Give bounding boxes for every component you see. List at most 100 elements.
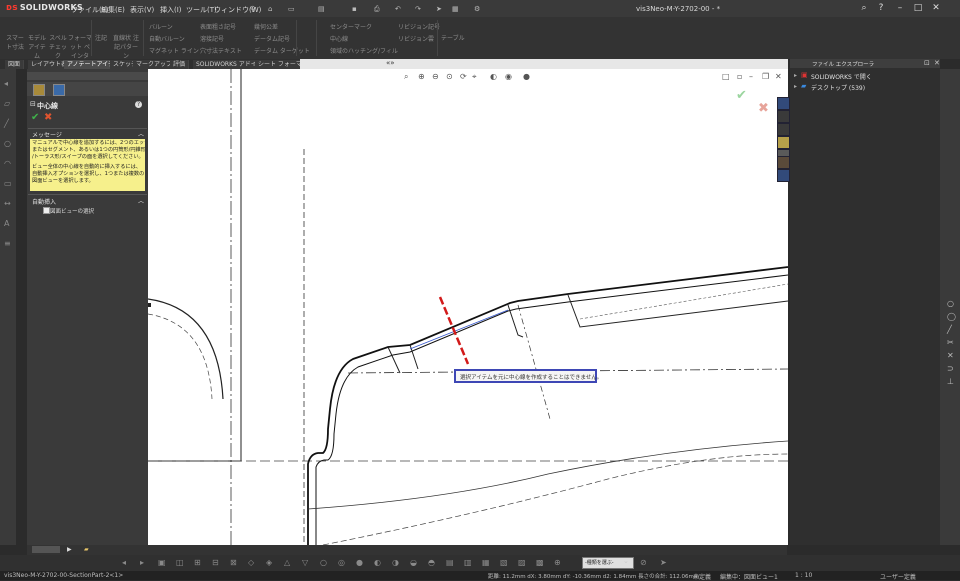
pin-icon[interactable]: ⊡	[924, 59, 930, 67]
resources-icon[interactable]	[777, 110, 790, 123]
select-icon[interactable]: ➤	[436, 5, 442, 13]
toolbar-icon[interactable]: ▧	[500, 559, 508, 567]
cmd-weld-symbol[interactable]: 溶接記号	[200, 34, 224, 43]
open-icon[interactable]: ▤	[318, 5, 325, 13]
toolbar-icon[interactable]: ▦	[482, 559, 490, 567]
tab-drawing[interactable]: 図面	[5, 60, 25, 69]
cmd-datum-target[interactable]: データム ターゲット	[254, 46, 310, 55]
section-view-icon[interactable]: ⌖	[472, 72, 481, 81]
sketch-tool-icon[interactable]: ▱	[4, 100, 12, 108]
close-button[interactable]: ✕	[930, 3, 942, 14]
toolbar-icon[interactable]: ◂	[122, 559, 130, 567]
line-tool-icon[interactable]: ╱	[4, 120, 12, 128]
cmd-model-items[interactable]: モデル アイテム	[27, 33, 47, 60]
toolbar-icon[interactable]: ◓	[428, 559, 436, 567]
toolbar-icon[interactable]: ○	[320, 559, 328, 567]
pin-icon[interactable]: ⚲	[250, 5, 255, 13]
close-view-icon[interactable]: ✕	[775, 72, 784, 81]
toolbar-icon[interactable]: ◎	[338, 559, 346, 567]
library-icon[interactable]	[777, 123, 790, 136]
configuration-tab-icon[interactable]	[53, 84, 65, 96]
property-manager-tab-icon[interactable]	[33, 84, 45, 96]
appearances-icon[interactable]	[777, 156, 790, 169]
toolbar-icon[interactable]: ◑	[392, 559, 400, 567]
toolbar-icon[interactable]: ●	[356, 559, 364, 567]
tab-evaluate[interactable]: 評価	[170, 60, 190, 69]
file-explorer-icon[interactable]	[777, 136, 790, 149]
horizontal-scrollbar[interactable]: «»	[300, 59, 788, 69]
previous-view-icon[interactable]: ⊖	[432, 72, 441, 81]
cmd-auto-balloon[interactable]: 自動バルーン	[149, 34, 185, 43]
toolbar-icon[interactable]: ◇	[248, 559, 256, 567]
ok-check-icon[interactable]: ✔	[31, 112, 39, 123]
auto-insert-checkbox[interactable]	[43, 207, 50, 214]
search-icon[interactable]: ⌕	[858, 3, 870, 14]
toolbar-icon[interactable]: ◫	[176, 559, 184, 567]
rebuild-icon[interactable]: ▦	[452, 5, 459, 13]
toolbar-icon[interactable]: ▸	[140, 559, 148, 567]
cmd-magnetic-line[interactable]: マグネット ライン	[149, 46, 199, 55]
toolbar-icon[interactable]: ▤	[446, 559, 454, 567]
undo-icon[interactable]: ↶	[395, 5, 401, 13]
cmd-balloon[interactable]: バルーン	[149, 22, 173, 31]
toolbar-icon[interactable]: ⊘	[640, 559, 648, 567]
collapse-icon[interactable]: ︿	[138, 196, 144, 205]
cmd-spell-check[interactable]: スペル チェック	[49, 33, 67, 60]
toolbar-icon[interactable]: ⊠	[230, 559, 238, 567]
graphics-area[interactable]: ✔ ✖	[148, 69, 788, 545]
trim-tool-icon[interactable]: ✂	[947, 339, 955, 347]
sheet-nav[interactable]	[32, 546, 60, 553]
cancel-x-icon[interactable]: ✖	[44, 112, 52, 123]
ellipse-tool-icon[interactable]: ◯	[947, 313, 956, 321]
hide-show-icon[interactable]: ◉	[505, 72, 514, 81]
menu-view[interactable]: 表示(V)	[130, 5, 154, 15]
status-scale[interactable]: 1 : 10	[795, 572, 812, 579]
tree-item-desktop[interactable]: デスクトップ (539)	[811, 83, 865, 92]
line-tool-icon[interactable]: ╱	[947, 326, 955, 334]
chevron-down-icon[interactable]: ⌄	[623, 557, 629, 565]
mirror-tool-icon[interactable]: ⊥	[947, 378, 955, 386]
close-pane-icon[interactable]: ✕	[934, 59, 940, 67]
circle-tool-icon[interactable]: ○	[947, 300, 955, 308]
extend-tool-icon[interactable]: ✕	[947, 352, 955, 360]
menu-edit[interactable]: 編集(E)	[101, 5, 125, 15]
display-style-icon[interactable]: ◐	[490, 72, 499, 81]
circle-tool-icon[interactable]: ○	[4, 140, 12, 148]
cmd-revision-cloud[interactable]: リビジョン雲	[398, 34, 434, 43]
cmd-hole-callout[interactable]: 穴寸法テキスト	[200, 46, 242, 55]
arc-tool-icon[interactable]: ◠	[4, 160, 12, 168]
print-icon[interactable]: ⎙	[374, 5, 380, 14]
toolbar-icon[interactable]: △	[284, 559, 292, 567]
zoom-area-icon[interactable]: ⊕	[418, 72, 427, 81]
toolbar-icon[interactable]: ◈	[266, 559, 274, 567]
help-icon[interactable]: ?	[135, 101, 142, 108]
rect-tool-icon[interactable]: ▭	[4, 180, 12, 188]
home-icon[interactable]: ⌂	[268, 5, 272, 13]
toolbar-icon[interactable]: ⊟	[212, 559, 220, 567]
cmd-area-hatch[interactable]: 領域のハッチング/フィル	[330, 46, 398, 55]
offset-tool-icon[interactable]: ⊃	[947, 365, 955, 373]
cmd-geometric-tolerance[interactable]: 幾何公差	[254, 22, 278, 31]
minimize-button[interactable]: –	[894, 3, 906, 14]
toolbar-icon[interactable]: ◒	[410, 559, 418, 567]
canvas-ok-icon[interactable]: ✔	[736, 88, 747, 103]
toolbar-icon[interactable]: ▩	[536, 559, 544, 567]
sheet-tab-icon[interactable]: ▶	[67, 546, 72, 553]
toolbar-icon[interactable]: ⊕	[554, 559, 562, 567]
toolbar-icon[interactable]: ▥	[464, 559, 472, 567]
cmd-center-mark[interactable]: センターマーク	[330, 22, 372, 31]
maximize-button[interactable]: □	[912, 3, 924, 14]
cmd-note[interactable]: 注記	[95, 33, 107, 42]
custom-properties-icon[interactable]	[777, 169, 790, 182]
layer-tool-icon[interactable]: ≡	[4, 240, 12, 248]
new-doc-icon[interactable]: ▭	[288, 5, 295, 13]
toolbar-icon[interactable]: ⊞	[194, 559, 202, 567]
cmd-format-painter[interactable]: フォーマット ペインタ	[68, 33, 92, 60]
view-menu-icon[interactable]: □	[722, 72, 731, 81]
cmd-revision-symbol[interactable]: リビジョン記号	[398, 22, 440, 31]
add-sheet-icon[interactable]: ▰	[84, 546, 89, 553]
tile-icon[interactable]: ▫	[737, 72, 746, 81]
note-tool-icon[interactable]: A	[4, 220, 12, 228]
cmd-datum-feature[interactable]: データム記号	[254, 34, 290, 43]
cmd-surface-finish[interactable]: 表面粗さ記号	[200, 22, 236, 31]
